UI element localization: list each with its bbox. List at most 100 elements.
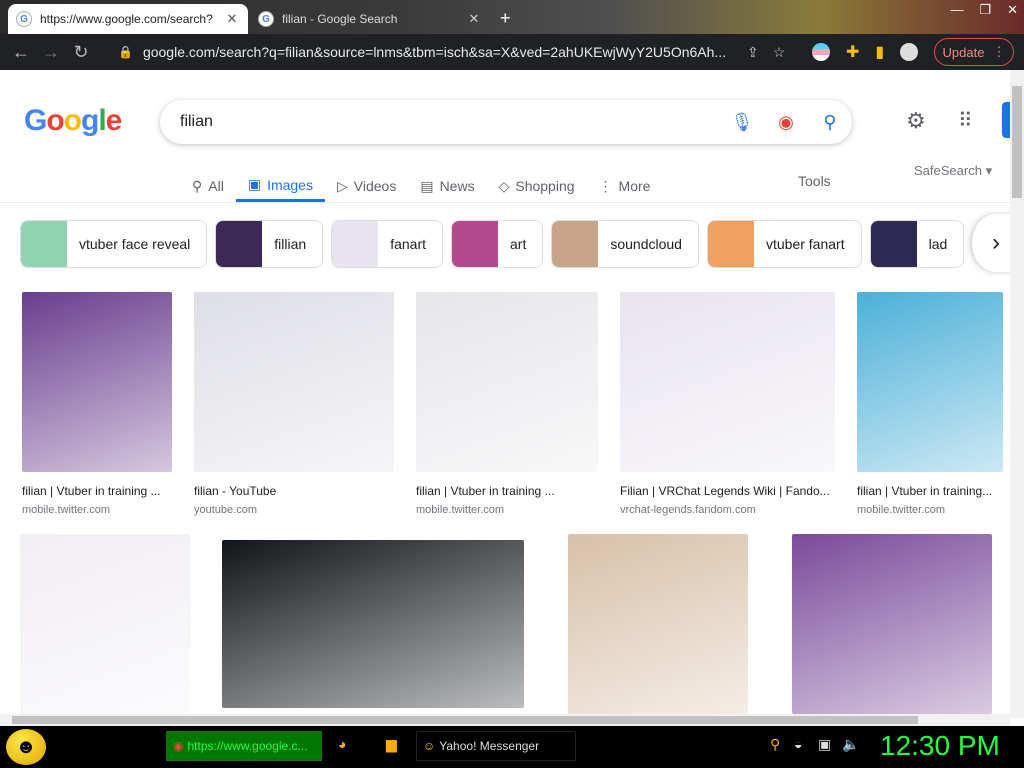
back-arrow-icon[interactable]: ← — [6, 42, 36, 63]
chip-label: art — [510, 236, 527, 252]
chip-thumbnail — [452, 221, 499, 267]
camera-lens-icon[interactable]: ◉ — [764, 112, 808, 133]
result-thumbnail[interactable] — [568, 534, 748, 714]
tab-filian-search[interactable]: G filian - Google Search ✕ — [250, 4, 490, 34]
result-thumbnail[interactable] — [792, 534, 992, 714]
image-result[interactable] — [222, 540, 524, 708]
image-result[interactable] — [20, 534, 190, 714]
taskbar-button-chrome[interactable]: ◉ https://www.google.c... — [166, 731, 322, 761]
result-thumbnail[interactable] — [194, 292, 394, 472]
update-button[interactable]: Update ⋮ — [934, 38, 1014, 66]
side-panel-icon[interactable]: ▮ — [875, 42, 884, 62]
google-images-page: Google filian 🎙 ◉ ⚲ ⚙ ⠿ ⚲ All ▣ Images ▷ Vide… — [0, 70, 1024, 718]
image-result[interactable]: filian - YouTube youtube.com — [194, 292, 394, 516]
safesearch-dropdown[interactable]: SafeSearch ▾ — [914, 163, 992, 179]
image-icon: ▣ — [247, 176, 262, 192]
result-thumbnail[interactable] — [222, 540, 524, 708]
related-chip[interactable]: fanart — [331, 220, 444, 268]
tab-label: Videos — [353, 178, 397, 194]
url-text[interactable]: google.com/search?q=filian&source=lnms&t… — [143, 44, 733, 60]
tray-status-icon[interactable]: ◒ — [794, 736, 802, 752]
image-result[interactable] — [792, 534, 992, 714]
puzzle-extensions-icon[interactable]: ✚ — [846, 42, 859, 62]
chip-thumbnail — [870, 221, 917, 267]
reload-icon[interactable]: ↻ — [66, 42, 96, 63]
search-input[interactable]: filian — [180, 113, 720, 131]
related-chip[interactable]: fillian — [215, 220, 324, 268]
related-chip[interactable]: art — [451, 220, 544, 268]
tab-all[interactable]: ⚲ All — [180, 170, 236, 202]
related-search-chips: vtuber face reveal fillian fanart art soundc… — [20, 220, 1020, 268]
result-thumbnail[interactable] — [857, 292, 1003, 472]
logo-letter: o — [63, 104, 82, 137]
result-title[interactable]: filian | Vtuber in training ... — [416, 484, 598, 498]
tab-label: Images — [267, 176, 313, 193]
result-title[interactable]: filian - YouTube — [194, 484, 394, 498]
result-thumbnail[interactable] — [20, 534, 190, 714]
horizontal-scrollbar-thumb[interactable] — [12, 716, 918, 724]
maximize-icon[interactable]: ❐ — [979, 2, 991, 18]
forward-arrow-icon[interactable]: → — [36, 42, 66, 63]
tab-more[interactable]: ⋮ More — [587, 170, 663, 202]
magnifier-tray-icon[interactable]: ⚲ — [770, 736, 780, 753]
search-icon[interactable]: ⚲ — [808, 112, 852, 133]
network-icon[interactable]: ▣ — [818, 736, 831, 753]
microphone-icon[interactable]: 🎙 — [720, 112, 764, 133]
browser-tab-strip: G https://www.google.com/search? ✕ G fil… — [0, 0, 1024, 34]
volume-icon[interactable]: 🔈 — [842, 736, 859, 753]
taskbar-button-yahoo-messenger[interactable]: ☺ Yahoo! Messenger — [416, 731, 576, 761]
tab-videos[interactable]: ▷ Videos — [325, 170, 408, 202]
close-icon[interactable]: ✕ — [466, 11, 482, 27]
bookmark-star-icon[interactable]: ☆ — [773, 44, 786, 61]
related-chip[interactable]: vtuber fanart — [706, 220, 862, 268]
related-chip[interactable]: soundcloud — [551, 220, 699, 268]
result-thumbnail[interactable] — [416, 292, 598, 472]
tab-title: https://www.google.com/search? — [40, 12, 213, 26]
search-box[interactable]: filian 🎙 ◉ ⚲ — [160, 100, 852, 144]
vertical-scrollbar-thumb[interactable] — [1012, 86, 1022, 198]
tab-images[interactable]: ▣ Images — [235, 170, 325, 202]
start-smiley-icon[interactable]: ☻ — [6, 729, 46, 765]
chrome-icon: ◉ — [173, 739, 184, 753]
window-close-icon[interactable]: ✕ — [1007, 2, 1018, 18]
new-tab-button[interactable]: + — [500, 8, 511, 29]
tab-label: News — [439, 178, 475, 194]
tab-google-search-active[interactable]: G https://www.google.com/search? ✕ — [8, 4, 248, 34]
flag-extension-icon[interactable] — [812, 43, 830, 61]
chip-label: soundcloud — [610, 236, 682, 252]
clock[interactable]: 12:30 PM — [880, 730, 1000, 762]
result-source: mobile.twitter.com — [22, 504, 111, 516]
google-logo[interactable]: Google — [24, 104, 122, 138]
chip-thumbnail — [216, 221, 263, 267]
tab-news[interactable]: ▤ News — [408, 170, 486, 202]
image-result[interactable]: Filian | VRChat Legends Wiki | Fando... v… — [620, 292, 835, 516]
image-result[interactable]: filian | Vtuber in training ... mobile.tw… — [416, 292, 598, 516]
search-tabs: ⚲ All ▣ Images ▷ Videos ▤ News ◇ Shopping ⋮ More — [180, 170, 662, 202]
firefox-icon[interactable]: ◕ — [338, 736, 346, 752]
share-icon[interactable]: ⇪ — [747, 44, 759, 61]
close-icon[interactable]: ✕ — [224, 11, 240, 27]
result-title[interactable]: filian | Vtuber in training... — [857, 484, 1003, 498]
address-bar[interactable]: 🔒 google.com/search?q=filian&source=lnms… — [110, 38, 800, 66]
tab-shopping[interactable]: ◇ Shopping — [487, 170, 587, 202]
kebab-menu-icon[interactable]: ⋮ — [992, 44, 1005, 60]
result-thumbnail[interactable] — [22, 292, 172, 472]
chip-thumbnail — [332, 221, 379, 267]
related-chip[interactable]: vtuber face reveal — [20, 220, 208, 268]
gear-icon[interactable]: ⚙ — [906, 108, 926, 134]
profile-avatar-icon[interactable] — [900, 43, 919, 61]
image-result[interactable] — [568, 534, 748, 714]
image-result[interactable]: filian | Vtuber in training... mobile.twi… — [857, 292, 1003, 516]
result-thumbnail[interactable] — [620, 292, 835, 472]
result-title[interactable]: filian | Vtuber in training ... — [22, 484, 172, 498]
related-chip[interactable]: lad — [869, 220, 965, 268]
folder-icon[interactable]: ▆ — [386, 736, 397, 753]
minimize-icon[interactable]: — — [950, 2, 963, 18]
image-result[interactable]: filian | Vtuber in training ... mobile.tw… — [22, 292, 172, 516]
chip-label: vtuber face reveal — [79, 236, 191, 252]
apps-grid-icon[interactable]: ⠿ — [958, 108, 973, 133]
tools-button[interactable]: Tools — [798, 173, 831, 189]
tab-title: filian - Google Search — [282, 12, 398, 26]
result-title[interactable]: Filian | VRChat Legends Wiki | Fando... — [620, 484, 835, 498]
tab-label: More — [618, 178, 651, 194]
